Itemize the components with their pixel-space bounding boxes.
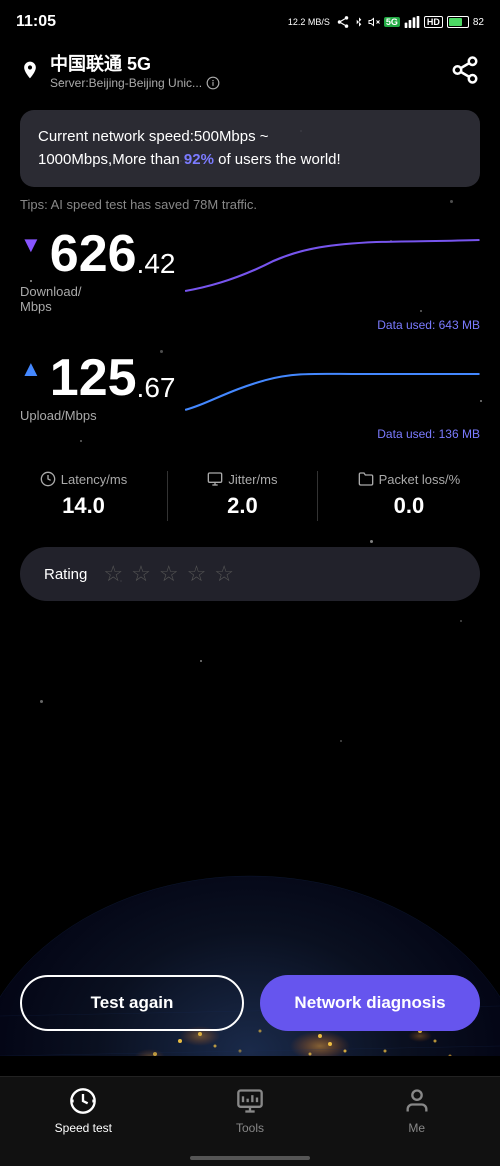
5g-badge: 5G <box>384 17 400 27</box>
stats-row: Latency/ms 14.0 Jitter/ms 2.0 Packet los… <box>20 461 480 531</box>
nav-me-label: Me <box>408 1121 425 1135</box>
packet-loss-stat: Packet loss/% 0.0 <box>358 471 461 519</box>
status-bar: 11:05 12.2 MB/S 5G HD 82 <box>0 0 500 40</box>
latency-stat: Latency/ms 14.0 <box>40 471 127 519</box>
download-arrow-icon: ▼ <box>20 232 42 258</box>
info-card: Current network speed:500Mbps ~ 1000Mbps… <box>20 110 480 187</box>
star-3[interactable]: ☆ <box>159 561 179 587</box>
jitter-label: Jitter/ms <box>228 472 277 487</box>
nav-speed-test-label: Speed test <box>55 1121 112 1135</box>
battery-percent: 82 <box>473 17 484 28</box>
nav-speed-test[interactable]: Speed test <box>0 1087 167 1135</box>
hd-badge: HD <box>424 16 443 28</box>
latency-label: Latency/ms <box>61 472 127 487</box>
mute-icon <box>368 15 380 29</box>
download-info: ▼ 626.42 Download/Mbps <box>20 228 175 314</box>
header-left: 中国联通 5G Server:Beijing-Beijing Unic... <box>20 50 220 90</box>
server-info: Server:Beijing-Beijing Unic... <box>50 76 220 90</box>
nav-me[interactable]: Me <box>333 1087 500 1135</box>
header: 中国联通 5G Server:Beijing-Beijing Unic... <box>0 40 500 100</box>
upload-value: 125.67 <box>50 352 176 404</box>
upload-data-used: Data used: 136 MB <box>20 427 480 441</box>
speed-test-nav-icon <box>69 1087 97 1115</box>
test-again-button[interactable]: Test again <box>20 975 244 1031</box>
info-card-text: Current network speed:500Mbps ~ 1000Mbps… <box>38 126 462 171</box>
info-icon <box>206 76 220 90</box>
stat-divider-2 <box>317 471 318 521</box>
star-2[interactable]: ☆ <box>131 561 151 587</box>
upload-label: Upload/Mbps <box>20 408 175 423</box>
rating-row: Rating ☆ ☆ ☆ ☆ ☆ <box>20 547 480 601</box>
packet-loss-value: 0.0 <box>394 493 425 519</box>
nav-tools[interactable]: Tools <box>167 1087 334 1135</box>
network-diagnosis-button[interactable]: Network diagnosis <box>260 975 480 1031</box>
clock-icon <box>40 471 56 487</box>
nav-tools-label: Tools <box>236 1121 264 1135</box>
tips-text: Tips: AI speed test has saved 78M traffi… <box>20 197 480 212</box>
download-data-used: Data used: 643 MB <box>20 318 480 332</box>
header-title-block: 中国联通 5G Server:Beijing-Beijing Unic... <box>50 50 220 90</box>
download-chart <box>185 236 480 296</box>
star-4[interactable]: ☆ <box>187 561 207 587</box>
network-share-icon <box>336 15 350 29</box>
upload-chart <box>185 360 480 420</box>
download-value: 626.42 <box>50 228 176 280</box>
bottom-nav: Speed test Tools Me <box>0 1076 500 1166</box>
download-section: ▼ 626.42 Download/Mbps Data used: 643 MB <box>20 228 480 332</box>
star-5[interactable]: ☆ <box>214 561 234 587</box>
jitter-value: 2.0 <box>227 493 258 519</box>
star-1[interactable]: ☆ <box>103 561 123 587</box>
battery-icon <box>447 16 469 28</box>
status-icons: 12.2 MB/S 5G HD 82 <box>288 15 484 29</box>
home-indicator <box>190 1156 310 1160</box>
tools-nav-icon <box>236 1087 264 1115</box>
upload-section: ▲ 125.67 Upload/Mbps Data used: 136 MB <box>20 352 480 441</box>
packet-loss-icon <box>358 471 374 487</box>
jitter-stat: Jitter/ms 2.0 <box>207 471 277 519</box>
packet-loss-label: Packet loss/% <box>379 472 461 487</box>
latency-value: 14.0 <box>62 493 105 519</box>
operator-name: 中国联通 5G <box>50 50 220 76</box>
action-buttons: Test again Network diagnosis <box>0 975 500 1031</box>
stars-rating[interactable]: ☆ ☆ ☆ ☆ ☆ <box>103 561 234 587</box>
upload-info: ▲ 125.67 Upload/Mbps <box>20 352 175 423</box>
jitter-icon <box>207 471 223 487</box>
stat-divider-1 <box>167 471 168 521</box>
rating-label: Rating <box>44 566 87 583</box>
download-label: Download/Mbps <box>20 284 175 314</box>
signal-bars-icon <box>404 15 420 29</box>
me-nav-icon <box>403 1087 431 1115</box>
location-icon <box>20 60 40 80</box>
bluetooth-icon <box>354 15 364 29</box>
status-time: 11:05 <box>16 13 56 31</box>
upload-arrow-icon: ▲ <box>20 356 42 382</box>
share-icon[interactable] <box>450 55 480 85</box>
speed-indicator: 12.2 MB/S <box>288 17 330 27</box>
